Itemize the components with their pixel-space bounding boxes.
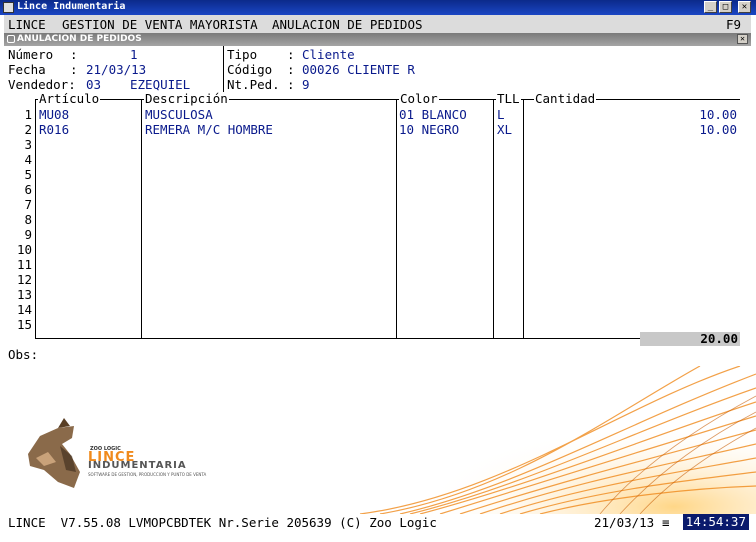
app-icon	[3, 2, 14, 13]
obs-label: Obs:	[8, 347, 39, 362]
row-number: 5	[24, 167, 32, 182]
total-value: 20.00	[700, 331, 738, 346]
cell-tll[interactable]: L	[497, 107, 505, 122]
row-number: 1	[24, 107, 32, 122]
codigo-label: Código	[227, 62, 273, 77]
cell-cantidad[interactable]: 10.00	[527, 107, 737, 122]
cell-color[interactable]: 01 BLANCO	[399, 107, 467, 122]
grid-col-line	[141, 99, 142, 338]
obs-field[interactable]	[44, 346, 744, 361]
vendedor-name: EZEQUIEL	[130, 77, 191, 92]
row-number: 3	[24, 137, 32, 152]
status-menu-icon[interactable]: ≡	[662, 515, 670, 530]
close-button[interactable]: ✕	[738, 1, 751, 13]
col-header-cantidad: Cantidad	[534, 91, 597, 106]
numero-sep: :	[70, 47, 78, 62]
vendedor-code-field[interactable]: 03	[86, 77, 101, 92]
brand-line2: INDUMENTARIA	[88, 460, 187, 471]
fecha-sep: :	[70, 62, 78, 77]
row-number: 13	[16, 287, 32, 302]
cell-descripcion[interactable]: MUSCULOSA	[145, 107, 213, 122]
cell-tll[interactable]: XL	[497, 122, 512, 137]
row-number: 2	[24, 122, 32, 137]
row-number: 15	[16, 317, 32, 332]
codigo-sep: :	[287, 62, 295, 77]
numero-field[interactable]: 1	[130, 47, 138, 62]
form-close-button[interactable]: ✕	[737, 34, 748, 44]
screen-name: ANULACION DE PEDIDOS	[272, 17, 423, 32]
tipo-label: Tipo	[227, 47, 258, 62]
window-title: Lince Indumentaria	[17, 1, 126, 12]
row-number: 9	[24, 227, 32, 242]
col-header-color: Color	[399, 91, 439, 106]
cell-color[interactable]: 10 NEGRO	[399, 122, 459, 137]
total-quantity: 20.00	[640, 332, 740, 346]
brand-wallpaper	[0, 366, 756, 514]
maximize-button[interactable]: □	[719, 1, 732, 13]
form-title: ANULACION DE PEDIDOS	[17, 34, 142, 44]
row-number: 12	[16, 272, 32, 287]
grid-col-line	[396, 99, 397, 338]
row-number: 14	[16, 302, 32, 317]
tipo-field[interactable]: Cliente	[302, 47, 355, 62]
minimize-button[interactable]: _	[704, 1, 717, 13]
status-info: LINCE V7.55.08 LVMOPCBDTEK Nr.Serie 2056…	[8, 515, 437, 530]
window-title-bar: Lince Indumentaria _ □ ✕	[0, 0, 756, 15]
tipo-sep: :	[287, 47, 295, 62]
status-clock: 14:54:37	[682, 514, 749, 530]
cell-articulo[interactable]: MU08	[39, 107, 69, 122]
cell-descripcion[interactable]: REMERA M/C HOMBRE	[145, 122, 273, 137]
cell-articulo[interactable]: R016	[39, 122, 69, 137]
module-name: GESTION DE VENTA MAYORISTA	[62, 17, 258, 32]
numero-label: Número	[8, 47, 54, 62]
brand-tagline: SOFTWARE DE GESTION, PRODUCCION Y PUNTO …	[88, 472, 207, 477]
function-key[interactable]: F9	[726, 17, 741, 32]
header-bar: LINCE GESTION DE VENTA MAYORISTA ANULACI…	[4, 15, 751, 34]
grid-col-line	[493, 99, 494, 338]
cell-cantidad[interactable]: 10.00	[527, 122, 737, 137]
ntped-field[interactable]: 9	[302, 77, 310, 92]
status-date: 21/03/13	[594, 515, 655, 530]
grid-bottom-border	[35, 338, 640, 339]
row-number: 4	[24, 152, 32, 167]
grid-col-line	[523, 99, 524, 338]
form-icon	[7, 35, 15, 43]
row-number: 6	[24, 182, 32, 197]
status-bar: LINCE V7.55.08 LVMOPCBDTEK Nr.Serie 2056…	[4, 514, 751, 530]
row-number: 11	[16, 257, 32, 272]
grid-col-line	[35, 99, 36, 338]
app-name: LINCE	[8, 17, 46, 32]
ntped-sep: :	[287, 77, 295, 92]
ntped-label: Nt.Ped.	[227, 77, 280, 92]
col-header-descripcion: Descripción	[144, 91, 229, 106]
form-title-bar: ANULACION DE PEDIDOS ✕	[4, 33, 751, 46]
header-divider	[223, 46, 224, 93]
row-number: 7	[24, 197, 32, 212]
vendedor-label: Vendedor:	[8, 77, 76, 92]
codigo-field[interactable]: 00026 CLIENTE R	[302, 62, 415, 77]
col-header-tll: TLL	[496, 91, 521, 106]
fecha-field[interactable]: 21/03/13	[86, 62, 146, 77]
row-number: 8	[24, 212, 32, 227]
fecha-label: Fecha	[8, 62, 46, 77]
order-form: ANULACION DE PEDIDOS ✕ Número : 1 Fecha …	[4, 33, 751, 364]
brand-area: ZOO LOGIC LINCE INDUMENTARIA SOFTWARE DE…	[0, 366, 756, 514]
row-number: 10	[16, 242, 32, 257]
col-header-articulo: Artículo	[38, 91, 101, 106]
